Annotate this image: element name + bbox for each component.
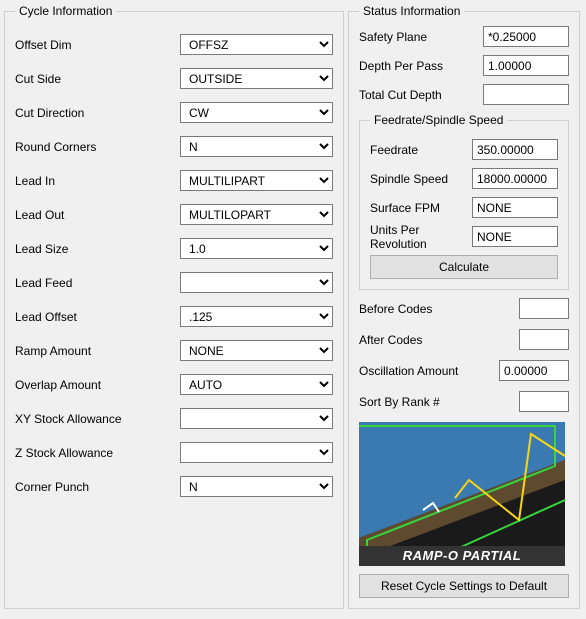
after-codes-label: After Codes	[359, 333, 477, 347]
depth-per-pass-input[interactable]	[483, 55, 569, 76]
corner-punch-combo[interactable]: N	[180, 476, 333, 497]
lead-in-label: Lead In	[15, 174, 180, 188]
total-cut-depth-label: Total Cut Depth	[359, 88, 477, 102]
lead-out-combo[interactable]: MULTILOPART	[180, 204, 333, 225]
surface-fpm-label: Surface FPM	[370, 201, 472, 215]
cycle-information-group: Cycle Information Offset Dim OFFSZ Cut S…	[4, 4, 344, 609]
ramp-illustration-svg	[359, 422, 565, 566]
overlap-amount-combo[interactable]: AUTO	[180, 374, 333, 395]
lead-offset-combo[interactable]: .125	[180, 306, 333, 327]
ramp-amount-combo[interactable]: NONE	[180, 340, 333, 361]
units-per-rev-input[interactable]	[472, 226, 558, 247]
before-codes-label: Before Codes	[359, 302, 477, 316]
z-stock-combo[interactable]	[180, 442, 333, 463]
lead-size-label: Lead Size	[15, 242, 180, 256]
illustration-caption: RAMP-O PARTIAL	[359, 546, 565, 566]
lead-feed-combo[interactable]	[180, 272, 333, 293]
cut-direction-label: Cut Direction	[15, 106, 180, 120]
ramp-illustration: RAMP-O PARTIAL	[359, 422, 565, 566]
round-corners-combo[interactable]: N	[180, 136, 333, 157]
sort-by-rank-label: Sort By Rank #	[359, 395, 477, 409]
spindle-speed-input[interactable]	[472, 168, 558, 189]
after-codes-input[interactable]	[519, 329, 569, 350]
reset-cycle-button[interactable]: Reset Cycle Settings to Default	[359, 574, 569, 598]
offset-dim-combo[interactable]: OFFSZ	[180, 34, 333, 55]
total-cut-depth-input[interactable]	[483, 84, 569, 105]
oscillation-amount-label: Oscillation Amount	[359, 364, 477, 378]
sort-by-rank-input[interactable]	[519, 391, 569, 412]
depth-per-pass-label: Depth Per Pass	[359, 59, 477, 73]
offset-dim-label: Offset Dim	[15, 38, 180, 52]
spindle-speed-label: Spindle Speed	[370, 172, 472, 186]
lead-size-combo[interactable]: 1.0	[180, 238, 333, 259]
surface-fpm-input[interactable]	[472, 197, 558, 218]
safety-plane-label: Safety Plane	[359, 30, 477, 44]
oscillation-amount-input[interactable]	[499, 360, 569, 381]
cut-side-combo[interactable]: OUTSIDE	[180, 68, 333, 89]
before-codes-input[interactable]	[519, 298, 569, 319]
lead-feed-label: Lead Feed	[15, 276, 180, 290]
overlap-amount-label: Overlap Amount	[15, 378, 180, 392]
cycle-info-legend: Cycle Information	[15, 4, 116, 18]
xy-stock-combo[interactable]	[180, 408, 333, 429]
feedrate-spindle-group: Feedrate/Spindle Speed Feedrate Spindle …	[359, 113, 569, 290]
feedrate-legend: Feedrate/Spindle Speed	[370, 113, 507, 127]
units-per-rev-label: Units Per Revolution	[370, 223, 472, 251]
lead-out-label: Lead Out	[15, 208, 180, 222]
feedrate-label: Feedrate	[370, 143, 472, 157]
cut-direction-combo[interactable]: CW	[180, 102, 333, 123]
feedrate-input[interactable]	[472, 139, 558, 160]
status-information-group: Status Information Safety Plane Depth Pe…	[348, 4, 580, 609]
ramp-amount-label: Ramp Amount	[15, 344, 180, 358]
xy-stock-label: XY Stock Allowance	[15, 412, 180, 426]
lead-in-combo[interactable]: MULTILIPART	[180, 170, 333, 191]
lead-offset-label: Lead Offset	[15, 310, 180, 324]
z-stock-label: Z Stock Allowance	[15, 446, 180, 460]
corner-punch-label: Corner Punch	[15, 480, 180, 494]
cut-side-label: Cut Side	[15, 72, 180, 86]
calculate-button[interactable]: Calculate	[370, 255, 558, 279]
round-corners-label: Round Corners	[15, 140, 180, 154]
status-info-legend: Status Information	[359, 4, 464, 18]
safety-plane-input[interactable]	[483, 26, 569, 47]
